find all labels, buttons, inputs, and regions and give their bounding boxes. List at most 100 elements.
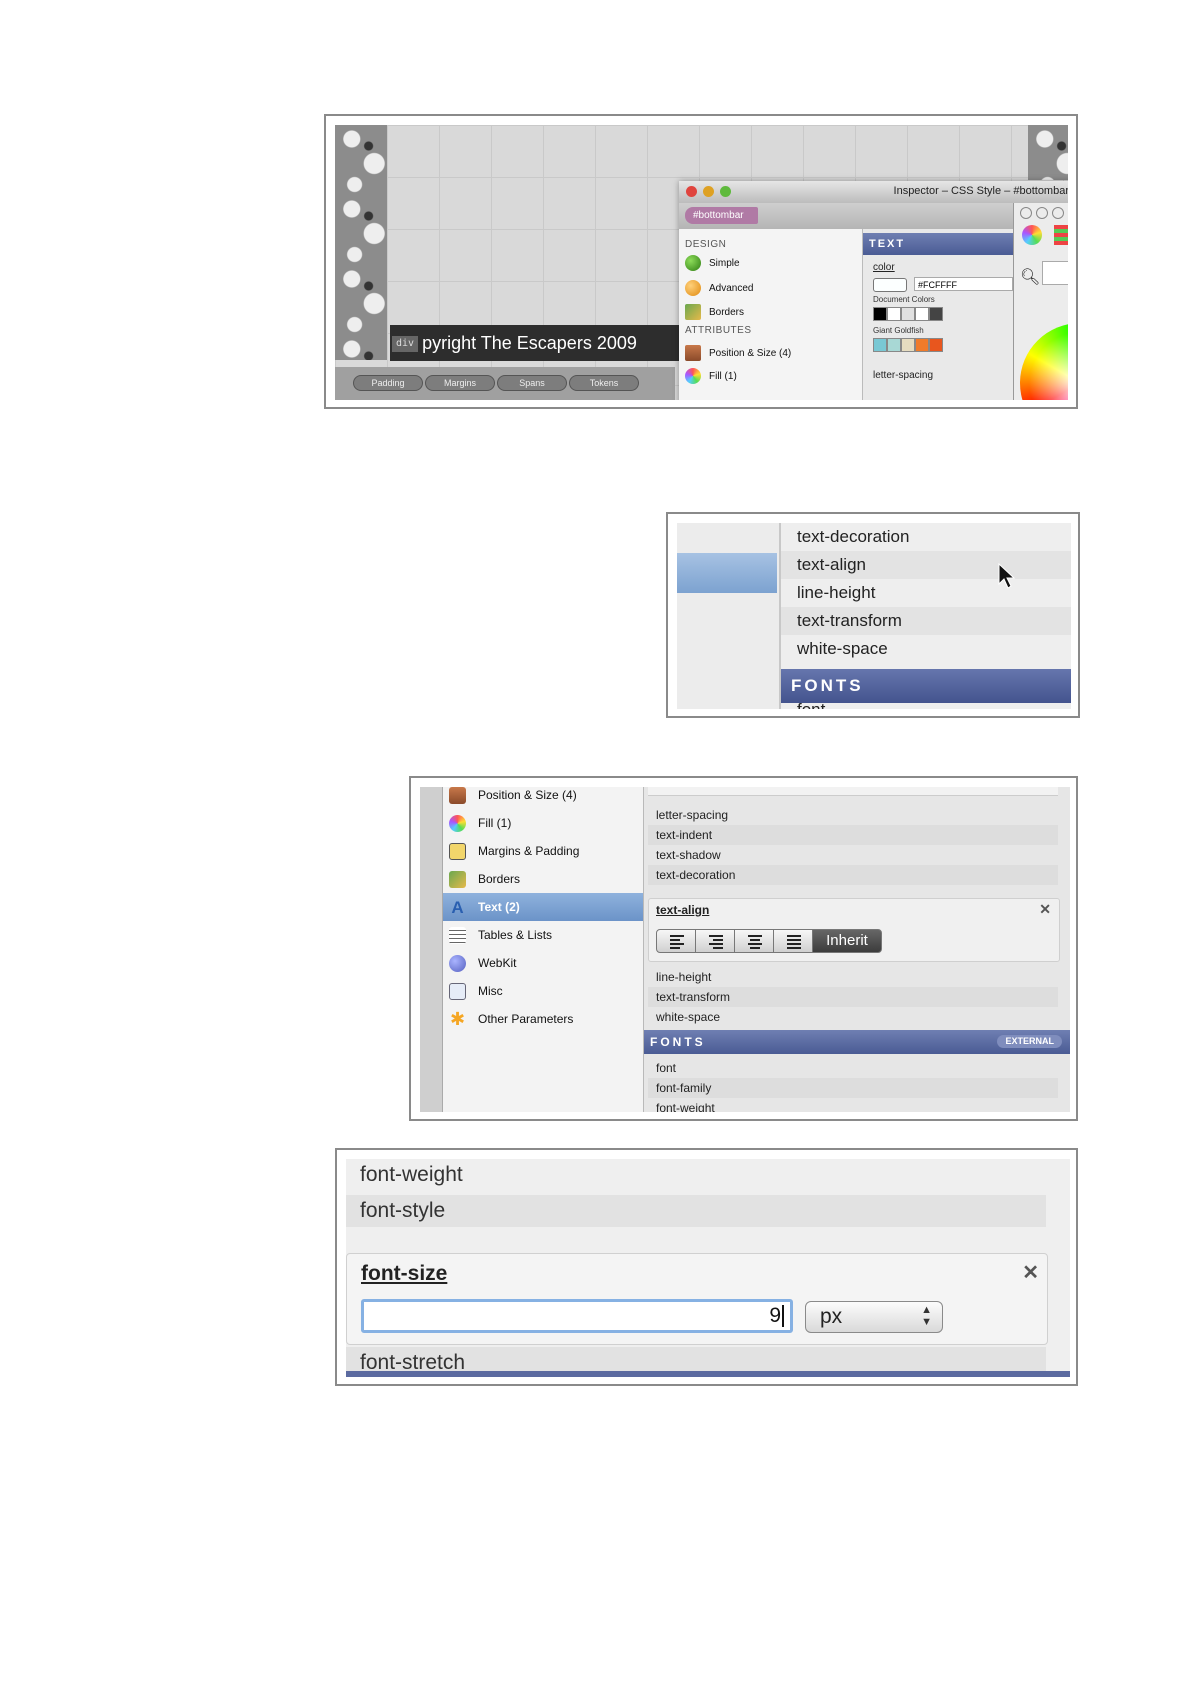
inspector-category-list: DESIGN Simple Advanced Borders ATTRIBUTE… (679, 229, 863, 400)
tab-padding[interactable]: Padding (353, 375, 423, 391)
selected-category-highlight[interactable] (677, 553, 777, 593)
font-size-value: 9 (769, 1304, 781, 1327)
property-row-text-shadow[interactable]: text-shadow (648, 845, 1058, 865)
inspector-screenshot: div pyright The Escapers 2009 Padding Mar… (324, 114, 1078, 409)
color-value-field[interactable]: #FCFFFF (914, 277, 1013, 291)
inspector-titlebar: Inspector – CSS Style – #bottombar (679, 181, 1068, 203)
palette-color-swatch[interactable] (901, 338, 915, 352)
property-row-text-transform[interactable]: text-transform (648, 987, 1058, 1007)
property-row-font[interactable]: font (781, 697, 1071, 709)
tab-spans[interactable]: Spans (497, 375, 567, 391)
category-label: Misc (478, 984, 503, 998)
property-row-font[interactable]: font (648, 1058, 1058, 1078)
property-row-text-indent[interactable]: text-indent (648, 825, 1058, 845)
color-wheel-swatch[interactable] (1020, 323, 1068, 400)
attribute-item-position-size[interactable]: Position & Size (4) (685, 345, 791, 363)
unit-select-value: px (820, 1305, 843, 1328)
select-arrows-icon: ▲ ▼ (921, 1304, 932, 1328)
category-margins-padding[interactable]: Margins & Padding (449, 837, 641, 865)
align-right-button[interactable] (695, 929, 735, 953)
palette-color-swatch[interactable] (915, 338, 929, 352)
property-row-text-decoration[interactable]: text-decoration (648, 865, 1058, 885)
breadcrumb[interactable]: #bottombar (685, 207, 758, 224)
category-tables-lists[interactable]: Tables & Lists (449, 921, 641, 949)
category-position-size[interactable]: Position & Size (4) (449, 787, 641, 809)
picker-zoom-icon[interactable] (1052, 207, 1064, 219)
property-row-font-weight[interactable]: font-weight (346, 1159, 1046, 1191)
picker-search-field[interactable] (1042, 261, 1068, 285)
bottom-tab-bar: Padding Margins Spans Tokens (335, 367, 675, 400)
property-row-font-style[interactable]: font-style (346, 1195, 1046, 1227)
tab-margins[interactable]: Margins (425, 375, 495, 391)
align-justify-button[interactable] (773, 929, 813, 953)
align-right-icon (709, 935, 723, 951)
property-row-text-transform[interactable]: text-transform (781, 607, 1071, 635)
category-webkit[interactable]: WebKit (449, 949, 641, 977)
borders-icon (449, 871, 466, 889)
close-icon[interactable]: ✕ (1039, 901, 1051, 918)
category-label: Margins & Padding (478, 844, 580, 858)
property-row-letter-spacing[interactable]: letter-spacing (648, 805, 1058, 825)
align-left-button[interactable] (656, 929, 696, 953)
category-label: WebKit (478, 956, 517, 970)
palette-color-swatch[interactable] (873, 338, 887, 352)
damask-pattern-right (1028, 125, 1068, 180)
category-fill[interactable]: Fill (1) (449, 809, 641, 837)
color-palettes-icon[interactable] (1054, 225, 1068, 245)
inherit-button[interactable]: Inherit (812, 929, 882, 953)
property-row-line-height[interactable]: line-height (781, 579, 1071, 607)
attribute-item-fill[interactable]: Fill (1) (685, 368, 737, 386)
category-misc[interactable]: Misc (449, 977, 641, 1005)
text-align-label: text-align (656, 903, 710, 917)
close-window-icon[interactable] (686, 186, 697, 197)
align-center-button[interactable] (734, 929, 774, 953)
attribute-item-label: Position & Size (4) (709, 348, 792, 359)
property-row-line-height[interactable]: line-height (648, 967, 1058, 987)
design-item-borders[interactable]: Borders (685, 304, 744, 322)
property-row-text-align[interactable]: text-align (781, 551, 1071, 579)
letter-spacing-row[interactable]: letter-spacing (873, 370, 933, 381)
category-other-parameters[interactable]: ✱ Other Parameters (449, 1005, 641, 1033)
category-label: Fill (1) (478, 816, 512, 830)
property-row-font-weight[interactable]: font-weight (648, 1098, 1058, 1112)
bottombar-footer[interactable]: div pyright The Escapers 2009 (390, 325, 680, 361)
close-icon[interactable]: ✕ (1022, 1260, 1039, 1285)
design-item-advanced[interactable]: Advanced (685, 280, 753, 298)
picker-minimize-icon[interactable] (1036, 207, 1048, 219)
inspector-window: Inspector – CSS Style – #bottombar #bott… (679, 181, 1068, 400)
orange-dot-icon (685, 280, 701, 297)
category-label: Borders (478, 872, 521, 886)
color-well[interactable] (873, 278, 907, 292)
property-row-font-family[interactable]: font-family (648, 1078, 1058, 1098)
text-a-icon: A (451, 898, 464, 918)
sidebar-strip (420, 787, 443, 1112)
document-color-swatch[interactable] (873, 307, 887, 321)
palette-color-swatch[interactable] (887, 338, 901, 352)
design-item-simple[interactable]: Simple (685, 255, 740, 273)
tab-tokens[interactable]: Tokens (569, 375, 639, 391)
category-label: Other Parameters (478, 1012, 574, 1026)
color-wheel-icon[interactable] (1022, 225, 1042, 245)
minimize-window-icon[interactable] (703, 186, 714, 197)
design-item-label: Borders (709, 307, 745, 318)
zoom-window-icon[interactable] (720, 186, 731, 197)
palette-color-swatch[interactable] (929, 338, 943, 352)
document-color-swatch[interactable] (901, 307, 915, 321)
category-borders[interactable]: Borders (449, 865, 641, 893)
document-color-swatch[interactable] (887, 307, 901, 321)
property-row-white-space[interactable]: white-space (781, 635, 1071, 663)
document-color-swatch[interactable] (929, 307, 943, 321)
magnifier-icon[interactable]: 🔍︎ (1020, 267, 1040, 287)
compass-icon (449, 955, 466, 973)
category-text[interactable]: A Text (2) (443, 893, 643, 921)
unit-select[interactable]: px ▲ ▼ (805, 1301, 943, 1333)
font-size-input[interactable]: 9 (361, 1299, 793, 1333)
property-row-white-space[interactable]: white-space (648, 1007, 1058, 1027)
color-picker-panel: 🔍︎ (1013, 203, 1068, 400)
picker-close-icon[interactable] (1020, 207, 1032, 219)
property-row-text-decoration[interactable]: text-decoration (781, 523, 1071, 551)
text-properties-panel: TEXT color #FCFFFF Document Colors Giant… (863, 229, 1013, 400)
document-color-swatch[interactable] (915, 307, 929, 321)
div-tag: div (392, 336, 419, 353)
external-badge[interactable]: EXTERNAL (997, 1035, 1062, 1048)
